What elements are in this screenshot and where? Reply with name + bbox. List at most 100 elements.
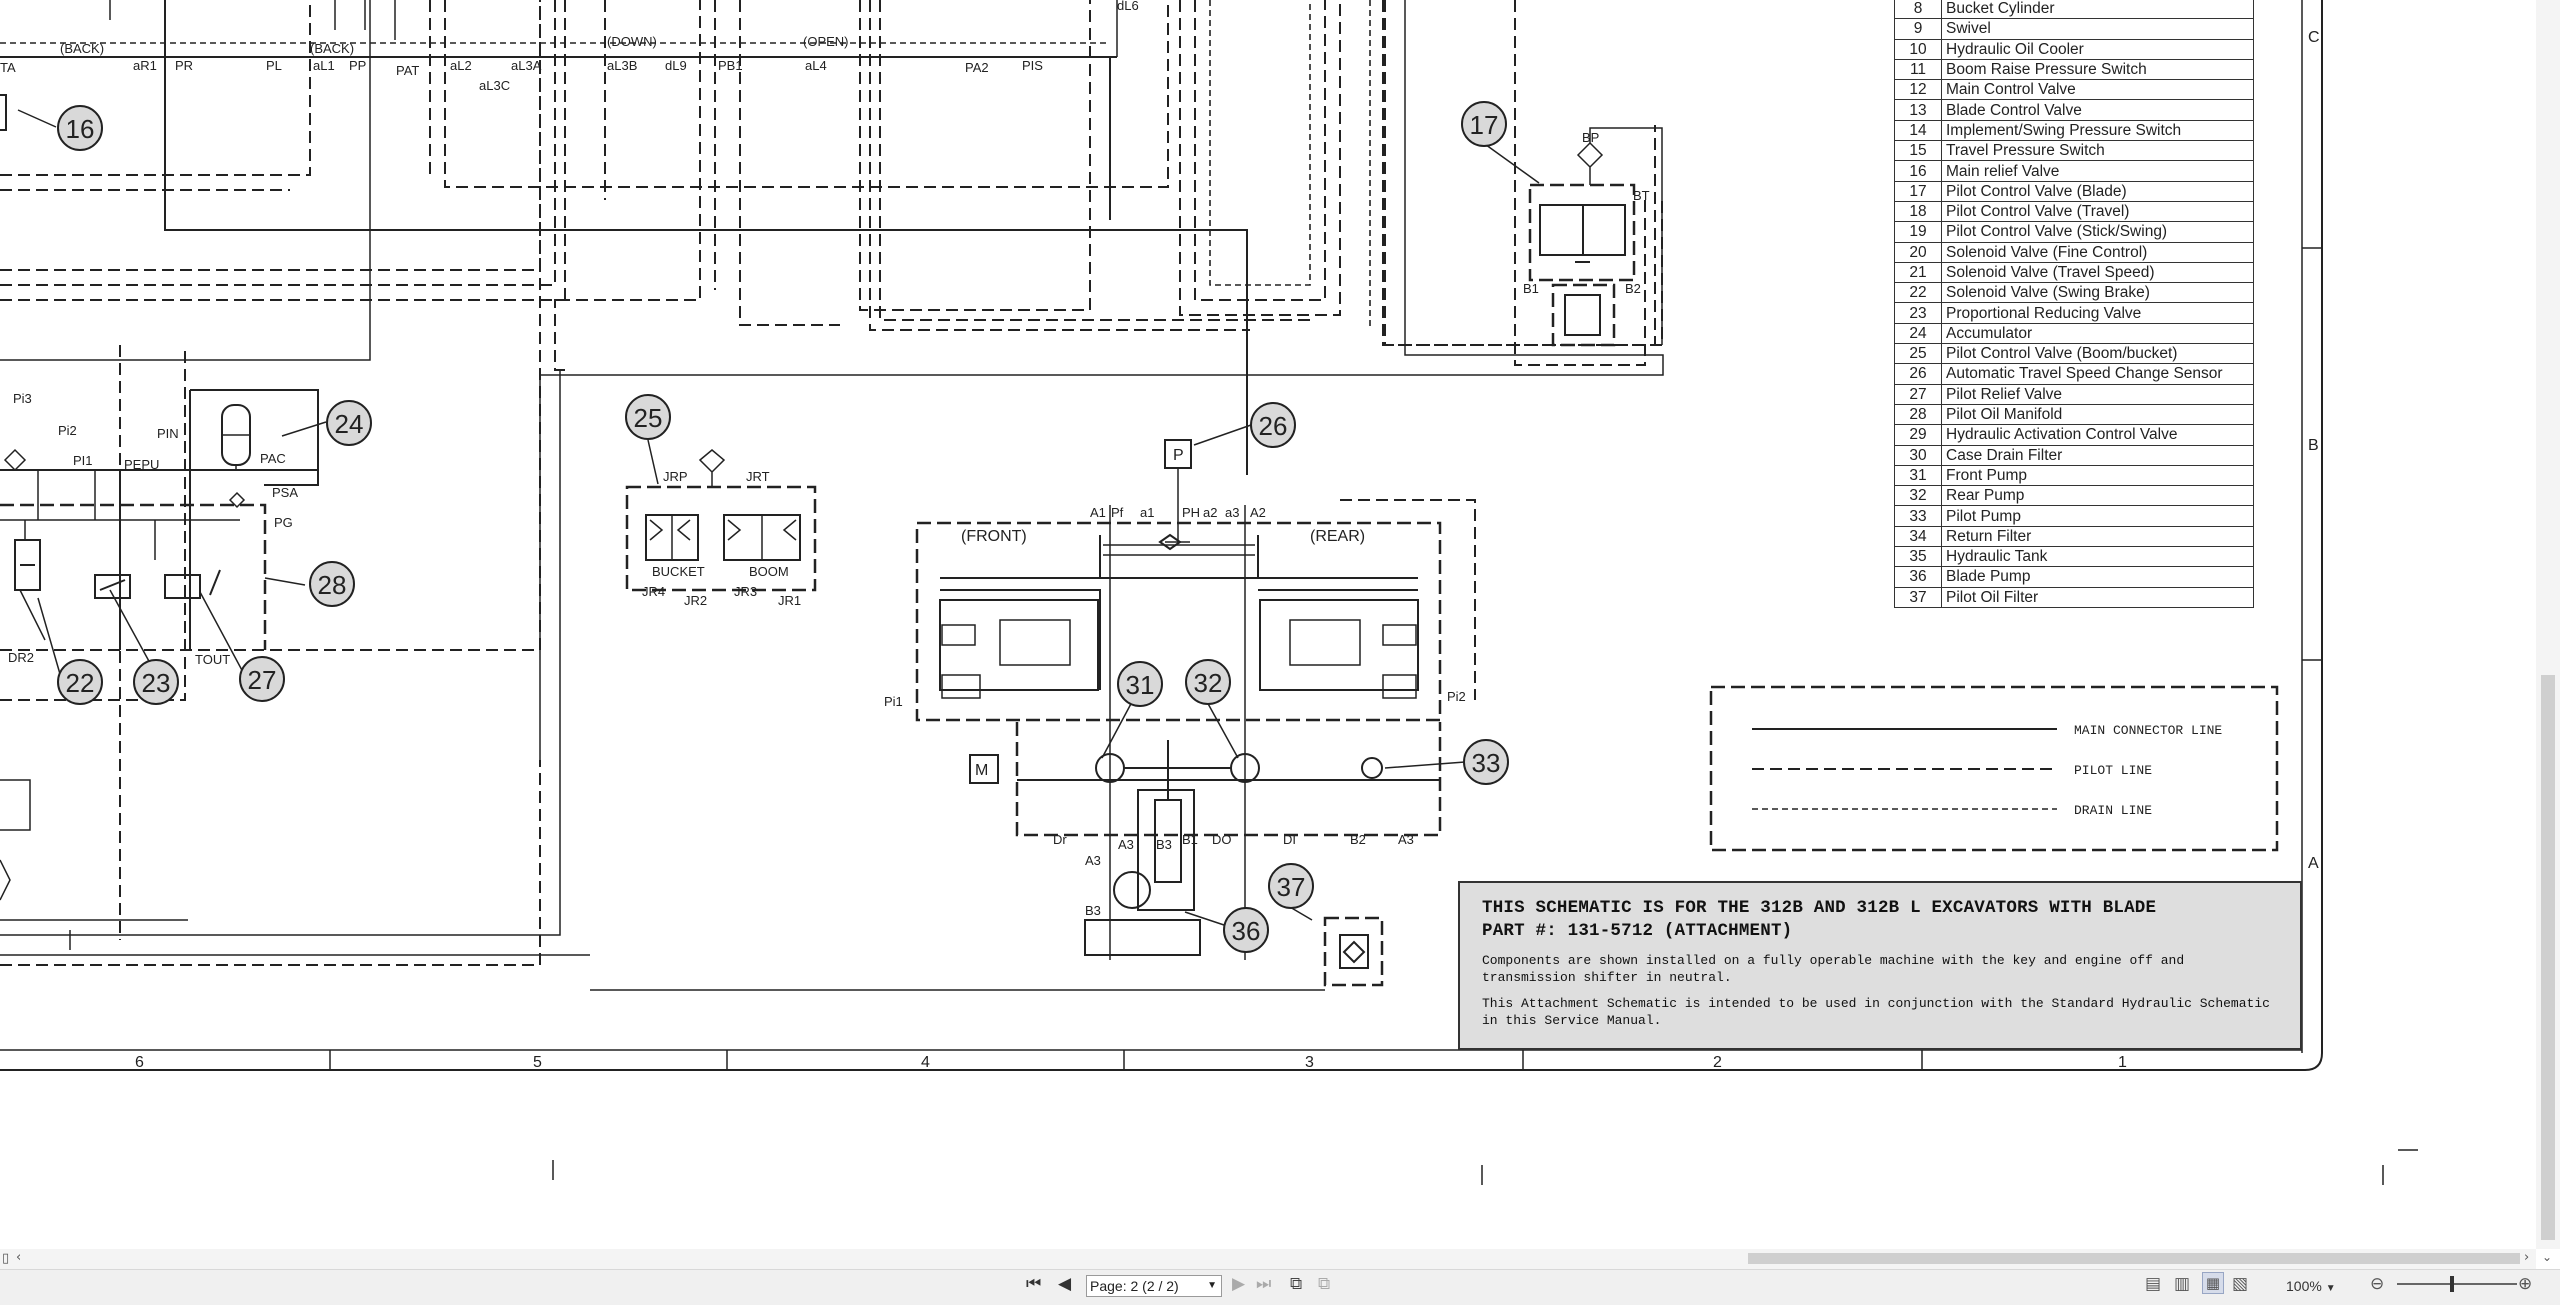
label-pi2: Pi2 [1447, 689, 1466, 704]
balloon-16: 16 [57, 105, 103, 151]
part-number: 11 [1894, 58, 1942, 81]
zoom-in-icon[interactable]: ⊕ [2518, 1274, 2532, 1294]
label-pb1: PB1 [718, 58, 743, 73]
zoom-level-field[interactable]: 100% ▼ [2286, 1278, 2336, 1294]
part-name: Pilot Control Valve (Travel) [1941, 200, 2254, 223]
first-page-icon[interactable]: ⏮ [1026, 1274, 1041, 1294]
right-zone-dividers [2302, 247, 2322, 661]
insert-page-icon[interactable]: ⧉ [1290, 1274, 1302, 1294]
label-pl: PL [266, 58, 282, 73]
part-name: Proportional Reducing Valve [1941, 302, 2254, 324]
delete-page-icon[interactable]: ⧉ [1318, 1274, 1330, 1294]
parts-row: 16 Main relief Valve [1894, 160, 2254, 182]
label-jr4: JR4 [642, 584, 665, 599]
parts-row: 15 Travel Pressure Switch [1894, 140, 2254, 162]
parts-row: 18 Pilot Control Valve (Travel) [1894, 200, 2254, 223]
label-a1-small: a1 [1140, 505, 1154, 520]
label-a3-right: A3 [1398, 832, 1414, 847]
label-open: (OPEN) [803, 34, 849, 49]
next-page-icon[interactable]: ▶ [1232, 1274, 1245, 1294]
balloon-32: 32 [1185, 659, 1231, 705]
part-name: Accumulator [1941, 322, 2254, 345]
svg-text:28: 28 [318, 570, 347, 600]
vertical-scroll-thumb[interactable] [2541, 675, 2555, 1240]
balloon-25: 25 [625, 394, 671, 440]
zoom-out-icon[interactable]: ⊖ [2370, 1274, 2384, 1294]
balloon-26: 26 [1250, 402, 1296, 448]
label-a2-small: a2 [1203, 505, 1217, 520]
book-view-icon[interactable]: ▧ [2232, 1274, 2248, 1294]
label-al1: aL1 [313, 58, 335, 73]
page-number-value: Page: 2 (2 / 2) [1090, 1278, 1179, 1294]
label-b3: B3 [1085, 903, 1101, 918]
parts-row: 8 Bucket Cylinder [1894, 0, 2254, 20]
bottom-zone-labels: 6 5 4 3 2 1 [135, 1054, 2127, 1071]
label-b1-valve: B1 [1523, 281, 1539, 296]
page-number-field[interactable]: Page: 2 (2 / 2) ▼ [1086, 1275, 1222, 1297]
part-name: Hydraulic Oil Cooler [1941, 38, 2254, 60]
balloon-17: 17 [1461, 101, 1507, 147]
balloon-23: 23 [133, 659, 179, 705]
part-name: Pilot Oil Manifold [1941, 403, 2254, 426]
single-page-view-icon[interactable]: ▤ [2145, 1274, 2161, 1294]
part-number: 28 [1894, 403, 1942, 426]
balloon-33: 33 [1463, 739, 1509, 785]
two-page-view-icon[interactable]: ▦ [2202, 1272, 2224, 1294]
scroll-right-arrow-icon[interactable]: › [2524, 1250, 2529, 1265]
part-name: Blade Pump [1941, 566, 2254, 588]
label-a1: A1 [1090, 505, 1106, 520]
top-port-labels: (BACK) (BACK) (DOWN) (OPEN) TA aR1 PR PL… [0, 0, 1139, 93]
part-number: 37 [1894, 586, 1942, 608]
label-dl9: dL9 [665, 58, 687, 73]
part-name: Pilot Relief Valve [1941, 383, 2254, 405]
zoom-slider-knob[interactable] [2450, 1276, 2454, 1292]
part-number: 14 [1894, 119, 1942, 142]
page-dropdown-icon[interactable]: ▼ [1207, 1276, 1217, 1296]
part-number: 30 [1894, 444, 1942, 466]
part-name: Front Pump [1941, 464, 2254, 487]
scroll-left-arrow-icon[interactable]: ‹ [16, 1250, 21, 1265]
zone-label-1: 1 [2118, 1054, 2127, 1071]
part-name: Implement/Swing Pressure Switch [1941, 119, 2254, 142]
part-name: Pilot Oil Filter [1941, 586, 2254, 608]
label-bucket: BUCKET [652, 564, 705, 579]
bottom-zone-dividers [329, 1050, 1923, 1070]
part-name: Pilot Control Valve (Blade) [1941, 180, 2254, 202]
part-number: 27 [1894, 383, 1942, 405]
part-number: 29 [1894, 424, 1942, 446]
parts-row: 33 Pilot Pump [1894, 505, 2254, 527]
parts-row: 29 Hydraulic Activation Control Valve [1894, 424, 2254, 446]
label-pat: PAT [396, 63, 419, 78]
part-name: Solenoid Valve (Fine Control) [1941, 241, 2254, 263]
parts-row: 11 Boom Raise Pressure Switch [1894, 58, 2254, 81]
panel-toggle-icon[interactable]: ▯ [2, 1251, 9, 1266]
zoom-dropdown-icon[interactable]: ▼ [2326, 1283, 2336, 1294]
parts-row: 22 Solenoid Valve (Swing Brake) [1894, 282, 2254, 304]
label-front: (FRONT) [961, 528, 1027, 545]
note-title-line-2: PART #: 131-5712 (ATTACHMENT) [1482, 921, 1793, 941]
part-name: Case Drain Filter [1941, 444, 2254, 466]
balloon-28: 28 [309, 561, 355, 607]
scroll-down-arrow-icon[interactable]: ⌄ [2542, 1250, 2552, 1264]
previous-page-icon[interactable]: ◀ [1058, 1274, 1071, 1294]
part-number: 15 [1894, 140, 1942, 162]
label-ph: PH [1182, 505, 1200, 520]
part-number: 17 [1894, 180, 1942, 202]
label-down: (DOWN) [607, 34, 657, 49]
part-number: 10 [1894, 38, 1942, 60]
parts-row: 20 Solenoid Valve (Fine Control) [1894, 241, 2254, 263]
svg-text:23: 23 [142, 668, 171, 698]
label-pi3: Pi3 [13, 391, 32, 406]
note-paragraph-1: Components are shown installed on a full… [1482, 953, 2185, 985]
last-page-icon[interactable]: ⏭ [1256, 1274, 1271, 1294]
zoom-slider-track[interactable] [2397, 1283, 2517, 1285]
balloon-24: 24 [326, 400, 372, 446]
label-al2: aL2 [450, 58, 472, 73]
svg-text:36: 36 [1232, 916, 1261, 946]
horizontal-scroll-thumb[interactable] [1748, 1253, 2520, 1264]
part-number: 16 [1894, 160, 1942, 182]
part-number: 25 [1894, 343, 1942, 365]
continuous-view-icon[interactable]: ▥ [2174, 1274, 2190, 1294]
parts-row: 10 Hydraulic Oil Cooler [1894, 38, 2254, 60]
part-name: Return Filter [1941, 525, 2254, 548]
